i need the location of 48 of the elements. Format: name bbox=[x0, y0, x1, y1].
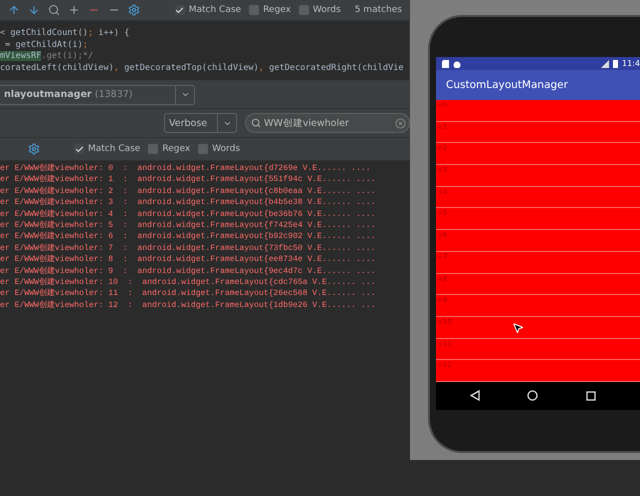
caret-icon bbox=[180, 90, 190, 99]
checkbox[interactable]: Match Case bbox=[74, 144, 140, 154]
signal-icon bbox=[601, 60, 610, 68]
app-title: CustomLayoutManager bbox=[446, 79, 568, 91]
code-line: < getChildCount(); i++) { bbox=[0, 28, 130, 40]
log-line: er E/WWW创建viewholer: 0 : android.widget.FrameLayout{d7269e V.E...... .... bbox=[0, 163, 372, 174]
code-line: coratedLeft(childView), getDecoratedTop(childView), getDecoratedRight(childVie bbox=[0, 62, 405, 74]
search-box[interactable]: WW创建viewholer bbox=[245, 113, 410, 133]
checkbox[interactable]: Match Case bbox=[174, 5, 242, 15]
home-icon[interactable] bbox=[527, 390, 538, 402]
settings-icon[interactable] bbox=[28, 143, 40, 155]
log-line: er E/WWW创建viewholer: 1 : android.widget.FrameLayout{551f94c V.E...... .... bbox=[0, 174, 376, 186]
sd-card-icon bbox=[442, 60, 449, 68]
match-count: 5 matches bbox=[354, 5, 402, 15]
check-icon bbox=[175, 6, 184, 14]
recents-icon[interactable] bbox=[586, 390, 596, 401]
search-field[interactable]: WW创建viewholer bbox=[264, 118, 392, 128]
code-line: mViewsRF.get(i);*/ bbox=[0, 51, 94, 62]
log-line: er E/WWW创建viewholer: 9 : android.widget.FrameLayout{9ec4d7c V.E...... .... bbox=[0, 266, 376, 278]
clock: 11:4 bbox=[622, 59, 640, 68]
checkbox[interactable]: Words bbox=[198, 144, 240, 154]
arrow-down-icon[interactable] bbox=[28, 4, 40, 16]
log-line: er E/WWW创建viewholer: 11 : android.widget.FrameLayout{26ec568 V.E...... ... bbox=[0, 288, 376, 300]
log-line: er E/WWW创建viewholer: 3 : android.widget.FrameLayout{b4b5e38 V.E...... .... bbox=[0, 197, 376, 209]
search-icon bbox=[251, 118, 261, 128]
back-icon[interactable] bbox=[470, 390, 480, 402]
plus-icon[interactable] bbox=[68, 4, 80, 16]
checkbox[interactable]: Regex bbox=[148, 144, 190, 154]
settings-icon[interactable] bbox=[128, 4, 140, 16]
log-line: er E/WWW创建viewholer: 6 : android.widget.FrameLayout{b92c902 V.E...... .... bbox=[0, 231, 376, 243]
log-level-dropdown[interactable]: Verbose bbox=[164, 113, 237, 133]
arrow-up-icon[interactable] bbox=[8, 4, 20, 16]
check-icon bbox=[74, 144, 84, 154]
log-line: er E/WWW创建viewholer: 8 : android.widget.FrameLayout{ee8734e V.E...... .... bbox=[0, 254, 376, 266]
cursor-icon bbox=[512, 322, 524, 334]
battery-icon bbox=[613, 59, 618, 68]
log-line: er E/WWW创建viewholer: 12 : android.widget.FrameLayout{1db9e26 V.E...... ... bbox=[0, 300, 376, 312]
log-line: er E/WWW创建viewholer: 7 : android.widget.FrameLayout{73fbc50 V.E...... .... bbox=[0, 242, 376, 254]
log-line: er E/WWW创建viewholer: 5 : android.widget.FrameLayout{f7425e4 V.E...... .... bbox=[0, 220, 376, 232]
process-dropdown[interactable]: nlayoutmanager (13837) bbox=[0, 84, 195, 104]
checkbox[interactable]: Regex bbox=[249, 5, 291, 15]
log-line: er E/WWW创建viewholer: 2 : android.widget.FrameLayout{c8b0eaa V.E...... .... bbox=[0, 186, 376, 198]
log-line: er E/WWW创建viewholer: 4 : android.widget.FrameLayout{be36b76 V.E...... .... bbox=[0, 208, 376, 220]
clear-icon[interactable] bbox=[395, 118, 406, 128]
checkbox[interactable]: Words bbox=[298, 5, 341, 15]
log-line: er E/WWW创建viewholer: 10 : android.widget.FrameLayout{cdc765a V.E...... ... bbox=[0, 277, 376, 288]
code-line: = getChildAt(i); bbox=[4, 40, 89, 51]
search-icon[interactable] bbox=[48, 4, 60, 16]
